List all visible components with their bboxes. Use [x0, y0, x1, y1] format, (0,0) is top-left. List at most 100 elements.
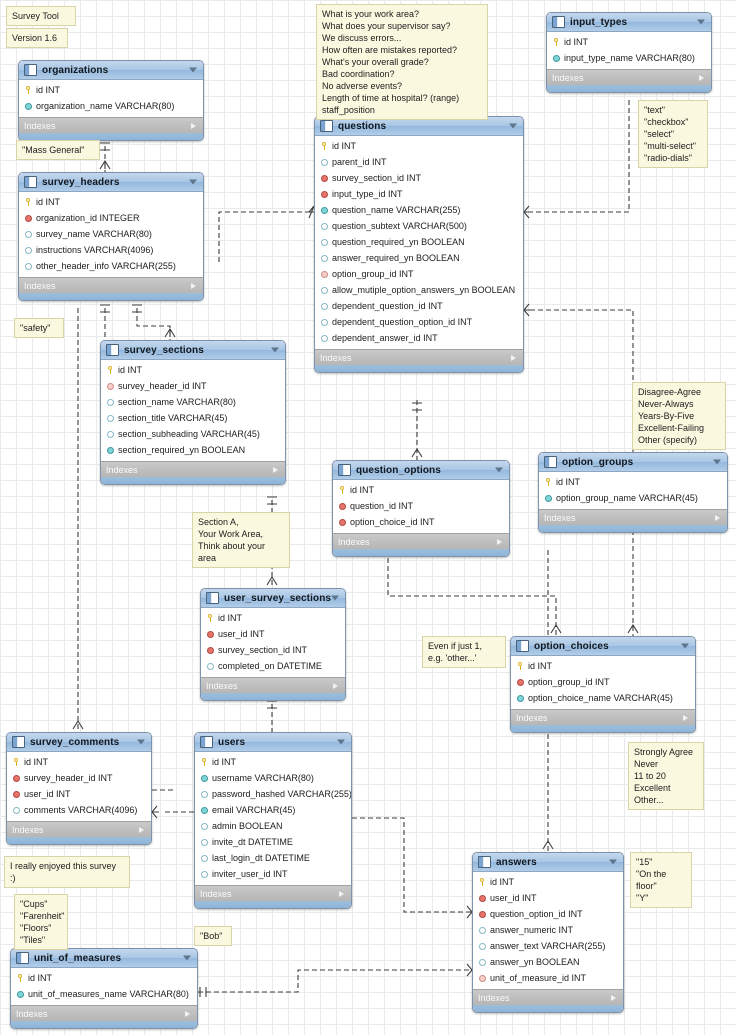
note-sections[interactable]: Section A, Your Work Area, Think about y… — [192, 512, 290, 568]
chevron-down-icon[interactable] — [509, 123, 517, 129]
column-row[interactable]: id INT — [101, 362, 285, 378]
column-row[interactable]: password_hashed VARCHAR(255) — [195, 786, 351, 802]
expand-indexes-icon[interactable] — [683, 714, 688, 721]
chevron-down-icon[interactable] — [681, 643, 689, 649]
column-row[interactable]: completed_on DATETIME — [201, 658, 345, 674]
chevron-down-icon[interactable] — [495, 467, 503, 473]
column-row[interactable]: id INT — [333, 482, 509, 498]
column-row[interactable]: user_id INT — [473, 890, 623, 906]
table-survey_headers[interactable]: survey_headersid INT organization_id INTE… — [18, 172, 204, 301]
table-header-survey_comments[interactable]: survey_comments — [7, 733, 151, 752]
indexes-section-answers[interactable]: Indexes — [473, 989, 623, 1005]
column-row[interactable]: dependent_question_option_id INT — [315, 314, 523, 330]
note-optchoices[interactable]: Strongly Agree Never 11 to 20 Excellent … — [628, 742, 704, 810]
column-row[interactable]: username VARCHAR(80) — [195, 770, 351, 786]
column-row[interactable]: dependent_question_id INT — [315, 298, 523, 314]
indexes-section-option_groups[interactable]: Indexes — [539, 509, 727, 525]
table-survey_sections[interactable]: survey_sections id INT survey_header_id IN… — [100, 340, 286, 485]
column-row[interactable]: last_login_dt DATETIME — [195, 850, 351, 866]
table-header-answers[interactable]: answers — [473, 853, 623, 872]
column-row[interactable]: section_subheading VARCHAR(45) — [101, 426, 285, 442]
indexes-section-users[interactable]: Indexes — [195, 885, 351, 901]
indexes-section-unit_of_measures[interactable]: Indexes — [11, 1005, 197, 1021]
column-row[interactable]: user_id INT — [201, 626, 345, 642]
column-row[interactable]: unit_of_measure_id INT — [473, 970, 623, 986]
column-row[interactable]: id INT — [19, 194, 203, 210]
indexes-section-input_types[interactable]: Indexes — [547, 69, 711, 85]
expand-indexes-icon[interactable] — [339, 890, 344, 897]
column-row[interactable]: option_group_name VARCHAR(45) — [539, 490, 727, 506]
note-inputtypes[interactable]: "text" "checkbox" "select" "multi-select… — [638, 100, 708, 168]
table-header-user_survey_sections[interactable]: user_survey_sections — [201, 589, 345, 608]
column-row[interactable]: question_name VARCHAR(255) — [315, 202, 523, 218]
chevron-down-icon[interactable] — [189, 179, 197, 185]
expand-indexes-icon[interactable] — [139, 826, 144, 833]
column-row[interactable]: id INT — [7, 754, 151, 770]
column-row[interactable]: survey_header_id INT — [7, 770, 151, 786]
table-survey_comments[interactable]: survey_commentsid INT survey_header_id IN… — [6, 732, 152, 845]
column-row[interactable]: parent_id INT — [315, 154, 523, 170]
note-optgroups[interactable]: Disagree-Agree Never-Always Years-By-Fiv… — [632, 382, 726, 450]
column-row[interactable]: instructions VARCHAR(4096) — [19, 242, 203, 258]
expand-indexes-icon[interactable] — [191, 122, 196, 129]
note-title[interactable]: Survey Tool — [6, 6, 76, 26]
note-version[interactable]: Version 1.6 — [6, 28, 68, 48]
table-option_groups[interactable]: option_groups id INT option_group_name VAR… — [538, 452, 728, 533]
column-row[interactable]: id INT — [547, 34, 711, 50]
indexes-section-survey_comments[interactable]: Indexes — [7, 821, 151, 837]
column-row[interactable]: question_subtext VARCHAR(500) — [315, 218, 523, 234]
column-row[interactable]: survey_name VARCHAR(80) — [19, 226, 203, 242]
column-row[interactable]: id INT — [473, 874, 623, 890]
table-header-users[interactable]: users — [195, 733, 351, 752]
column-row[interactable]: dependent_answer_id INT — [315, 330, 523, 346]
table-unit_of_measures[interactable]: unit_of_measures id INT unit_of_measures_n… — [10, 948, 198, 1029]
indexes-section-survey_headers[interactable]: Indexes — [19, 277, 203, 293]
table-header-survey_headers[interactable]: survey_headers — [19, 173, 203, 192]
note-answers[interactable]: "15" "On the floor" "Y" — [630, 852, 692, 908]
expand-indexes-icon[interactable] — [497, 538, 502, 545]
column-row[interactable]: organization_id INTEGER — [19, 210, 203, 226]
table-header-input_types[interactable]: input_types — [547, 13, 711, 32]
column-row[interactable]: comments VARCHAR(4096) — [7, 802, 151, 818]
note-evenif[interactable]: Even if just 1, e.g. 'other...' — [422, 636, 506, 668]
table-input_types[interactable]: input_typesid INT input_type_name VARCHAR… — [546, 12, 712, 93]
indexes-section-survey_sections[interactable]: Indexes — [101, 461, 285, 477]
note-comments[interactable]: I really enjoyed this survey :) — [4, 856, 130, 888]
chevron-down-icon[interactable] — [713, 459, 721, 465]
column-row[interactable]: answer_required_yn BOOLEAN — [315, 250, 523, 266]
column-row[interactable]: other_header_info VARCHAR(255) — [19, 258, 203, 274]
column-row[interactable]: survey_section_id INT — [315, 170, 523, 186]
chevron-down-icon[interactable] — [189, 67, 197, 73]
table-header-survey_sections[interactable]: survey_sections — [101, 341, 285, 360]
chevron-down-icon[interactable] — [137, 739, 145, 745]
indexes-section-questions[interactable]: Indexes — [315, 349, 523, 365]
note-safety[interactable]: "safety" — [14, 318, 64, 338]
table-organizations[interactable]: organizations id INT organization_name VAR… — [18, 60, 204, 141]
column-row[interactable]: organization_name VARCHAR(80) — [19, 98, 203, 114]
column-row[interactable]: unit_of_measures_name VARCHAR(80) — [11, 986, 197, 1002]
column-row[interactable]: answer_yn BOOLEAN — [473, 954, 623, 970]
expand-indexes-icon[interactable] — [273, 466, 278, 473]
column-row[interactable]: inviter_user_id INT — [195, 866, 351, 882]
chevron-down-icon[interactable] — [331, 595, 339, 601]
note-org[interactable]: "Mass General" — [16, 140, 100, 160]
chevron-down-icon[interactable] — [609, 859, 617, 865]
column-row[interactable]: email VARCHAR(45) — [195, 802, 351, 818]
column-row[interactable]: input_type_name VARCHAR(80) — [547, 50, 711, 66]
table-question_options[interactable]: question_options id INT question_id INT opt… — [332, 460, 510, 557]
column-row[interactable]: question_required_yn BOOLEAN — [315, 234, 523, 250]
table-header-organizations[interactable]: organizations — [19, 61, 203, 80]
table-user_survey_sections[interactable]: user_survey_sections id INT user_id INT sur… — [200, 588, 346, 701]
column-row[interactable]: section_title VARCHAR(45) — [101, 410, 285, 426]
column-row[interactable]: id INT — [539, 474, 727, 490]
column-row[interactable]: option_group_id INT — [511, 674, 695, 690]
table-header-option_choices[interactable]: option_choices — [511, 637, 695, 656]
column-row[interactable]: admin BOOLEAN — [195, 818, 351, 834]
expand-indexes-icon[interactable] — [611, 994, 616, 1001]
indexes-section-user_survey_sections[interactable]: Indexes — [201, 677, 345, 693]
indexes-section-option_choices[interactable]: Indexes — [511, 709, 695, 725]
column-row[interactable]: id INT — [315, 138, 523, 154]
column-row[interactable]: section_required_yn BOOLEAN — [101, 442, 285, 458]
column-row[interactable]: answer_numeric INT — [473, 922, 623, 938]
column-row[interactable]: section_name VARCHAR(80) — [101, 394, 285, 410]
